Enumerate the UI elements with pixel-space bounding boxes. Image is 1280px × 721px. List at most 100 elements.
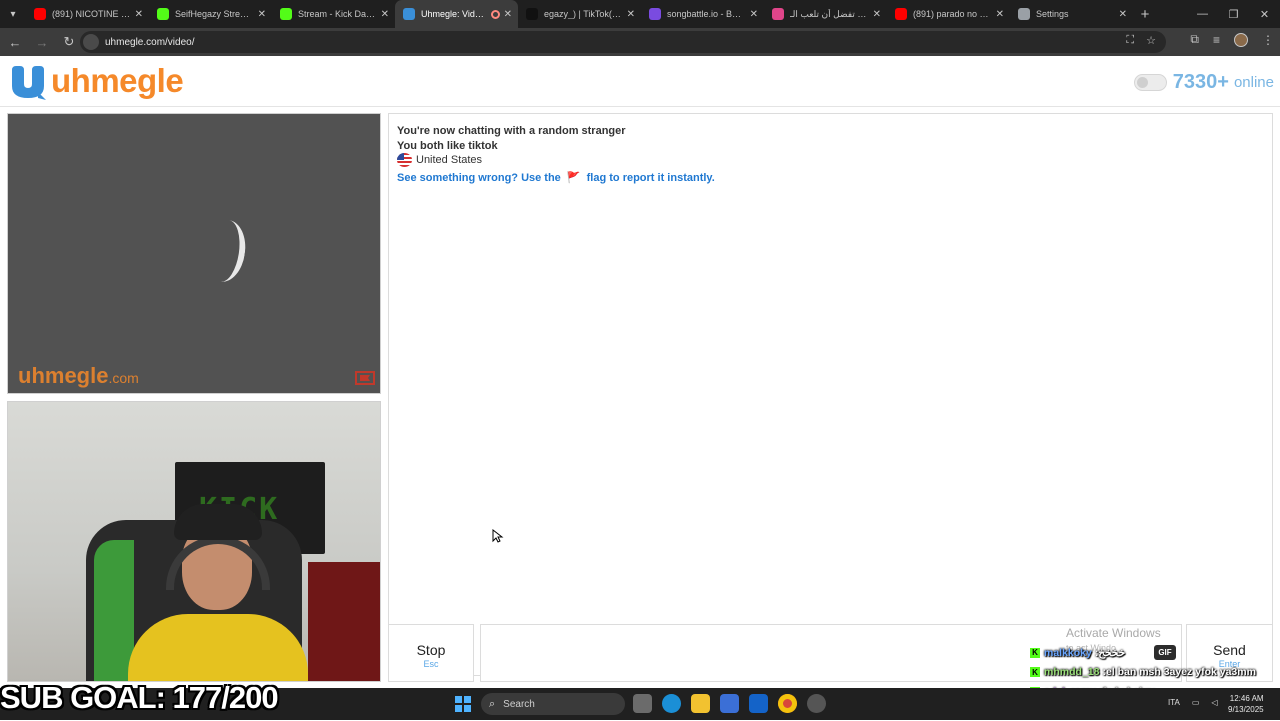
extensions-icon[interactable]: ⧉	[1190, 32, 1199, 47]
online-count: 7330+	[1173, 71, 1229, 94]
browser-tab-title: songbattle.io - Battle	[667, 9, 746, 19]
browser-tab[interactable]: هل تفضل أن تلعب الـ✕	[764, 0, 887, 28]
file-explorer-icon[interactable]	[691, 694, 710, 713]
kick-icon	[280, 8, 292, 20]
game-icon	[772, 8, 784, 20]
close-tab-icon[interactable]: ✕	[504, 9, 512, 20]
report-hint-suffix: flag to report it instantly.	[587, 172, 715, 184]
browser-tab[interactable]: (891) parado no bail ✕	[887, 0, 1010, 28]
language-indicator[interactable]: ITA	[1168, 698, 1180, 707]
kick-badge-icon: K	[1030, 648, 1040, 658]
browser-tab-title: (891) parado no bail	[913, 9, 992, 19]
maximize-icon[interactable]: ❐	[1218, 0, 1249, 28]
taskbar-search-text: Search	[503, 699, 535, 710]
network-icon[interactable]: ▭	[1192, 698, 1200, 707]
address-bar[interactable]: uhmegle.com/video/ ⛶ ☆	[80, 31, 1166, 53]
loading-spinner-icon	[201, 218, 249, 285]
browser-tab[interactable]: Stream - Kick Dashbo ✕	[272, 0, 395, 28]
stop-button[interactable]: Stop Esc	[388, 624, 474, 682]
activate-windows-title: Activate Windows	[1066, 626, 1161, 640]
browser-tab[interactable]: Settings ✕	[1010, 0, 1133, 28]
streamer-cap	[174, 504, 262, 540]
browser-tab-title: Settings	[1036, 9, 1115, 19]
headset-icon	[166, 536, 270, 590]
chrome-icon[interactable]	[778, 694, 797, 713]
youtube-icon	[895, 8, 907, 20]
browser-tab[interactable]: (891) NICOTINE - WC✕	[26, 0, 149, 28]
bookmark-star-icon[interactable]: ☆	[1146, 34, 1156, 47]
site-header: uhmegle 7330+ online	[0, 56, 1280, 107]
theme-toggle[interactable]	[1134, 74, 1167, 91]
online-label: online	[1234, 74, 1274, 91]
report-flag-icon[interactable]	[355, 369, 375, 385]
edge-icon[interactable]	[662, 694, 681, 713]
tab-list: (891) NICOTINE - WC✕SeifHegazy Stream - …	[26, 0, 1133, 28]
watermark-text: uhmegle	[18, 363, 108, 388]
browser-tab-title: Stream - Kick Dashbo	[298, 9, 377, 19]
gaming-chair-accent	[94, 540, 134, 682]
close-tab-icon[interactable]: ✕	[258, 9, 266, 20]
back-icon[interactable]: ←	[3, 30, 27, 54]
translate-icon[interactable]: ⛶	[1126, 34, 1134, 47]
tab-search-button[interactable]: ▾	[0, 0, 26, 28]
stop-button-label: Stop	[389, 642, 473, 658]
task-view-icon[interactable]	[633, 694, 652, 713]
kick-chat-username: malkkoky	[1044, 647, 1092, 659]
search-icon: ⌕	[489, 698, 495, 711]
close-tab-icon[interactable]: ✕	[750, 9, 758, 20]
close-tab-icon[interactable]: ✕	[627, 9, 635, 20]
browser-tab[interactable]: Uhmegle: Video C✕	[395, 0, 518, 28]
windows-start-icon[interactable]	[455, 696, 471, 712]
close-tab-icon[interactable]: ✕	[381, 9, 389, 20]
sub-goal-overlay: SUB GOAL: 177/200	[0, 680, 278, 716]
close-tab-icon[interactable]: ✕	[873, 9, 881, 20]
profile-avatar[interactable]	[1234, 33, 1248, 47]
close-tab-icon[interactable]: ✕	[135, 9, 143, 20]
chat-interest-line: You both like tiktok	[397, 139, 1264, 154]
media-controls-icon[interactable]: ≡	[1213, 33, 1220, 47]
youtube-icon	[34, 8, 46, 20]
tiktok-icon	[526, 8, 538, 20]
volume-icon[interactable]: ◁	[1211, 698, 1217, 707]
browser-menu-icon[interactable]: ⋮	[1262, 33, 1274, 47]
kick-chat-text: خخخخ	[1098, 647, 1125, 659]
browser-tab-title: egazy_) | TikTok(+99)	[544, 9, 623, 19]
omnibox-actions: ⛶ ☆	[1126, 34, 1156, 47]
window-controls: — ❐ ✕	[1187, 0, 1280, 28]
taskbar-search[interactable]: ⌕ Search	[481, 693, 625, 715]
browser-tab[interactable]: songbattle.io - Battle ✕	[641, 0, 764, 28]
stranger-country: United States	[397, 153, 1264, 168]
site-info-icon[interactable]	[83, 34, 99, 50]
taskbar-apps	[633, 694, 826, 713]
kick-chat-message: Kmhmdd_18: el ban msh 3ayez yfok ya3mm	[1030, 663, 1280, 683]
kick-chat-username: mhmdd_18	[1044, 666, 1099, 678]
report-hint-prefix: See something wrong? Use the	[397, 172, 561, 184]
kick-badge-icon: K	[1030, 667, 1040, 677]
streamer	[158, 504, 278, 682]
uhmegle-icon	[403, 8, 415, 20]
minimize-icon[interactable]: —	[1187, 0, 1218, 28]
new-tab-button[interactable]: +	[1133, 6, 1157, 23]
uhmegle-logo-icon[interactable]	[8, 62, 48, 102]
close-window-icon[interactable]: ✕	[1249, 0, 1280, 28]
browser-tab[interactable]: egazy_) | TikTok(+99) ✕	[518, 0, 641, 28]
watermark-suffix: .com	[108, 370, 138, 386]
chat-log: You're now chatting with a random strang…	[388, 113, 1273, 676]
kick-chat-text: el ban msh 3ayez yfok ya3mm	[1106, 666, 1256, 678]
taskbar-clock[interactable]: 12:46 AM 9/13/2025	[1228, 693, 1264, 715]
outlook-icon[interactable]	[749, 694, 768, 713]
browser-tab[interactable]: SeifHegazy Stream - \✕	[149, 0, 272, 28]
streamer-shirt	[128, 614, 308, 682]
close-tab-icon[interactable]: ✕	[996, 9, 1004, 20]
reload-icon[interactable]: ↻	[57, 30, 81, 54]
store-icon[interactable]	[720, 694, 739, 713]
mouse-cursor-icon	[492, 529, 504, 543]
us-flag-icon	[397, 153, 412, 167]
app-icon[interactable]	[807, 694, 826, 713]
toolbar-right: ⧉ ≡ ⋮	[1190, 32, 1274, 47]
chat-status-line: You're now chatting with a random strang…	[397, 124, 1264, 139]
site-logo-text[interactable]: uhmegle	[51, 62, 183, 100]
close-tab-icon[interactable]: ✕	[1119, 9, 1127, 20]
forward-icon[interactable]: →	[30, 30, 54, 54]
browser-tab-strip: ▾ (891) NICOTINE - WC✕SeifHegazy Stream …	[0, 0, 1280, 28]
